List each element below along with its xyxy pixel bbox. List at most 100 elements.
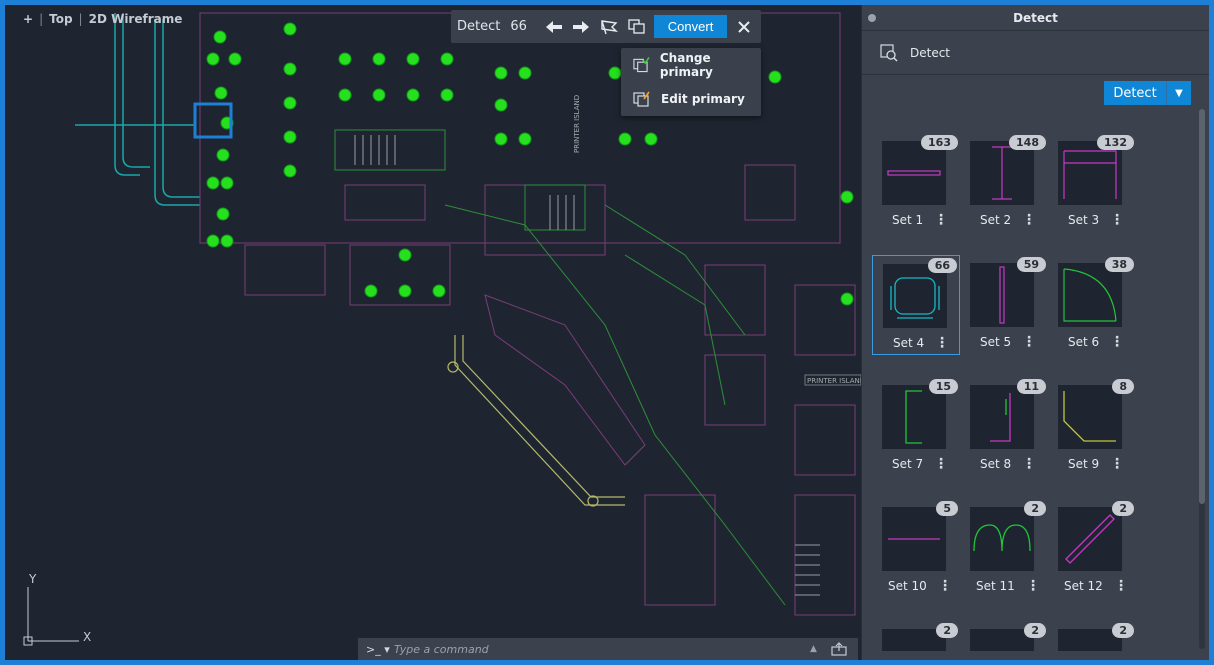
set-label: Set 5 bbox=[980, 335, 1012, 349]
share-icon[interactable] bbox=[831, 642, 847, 656]
count-badge: 5 bbox=[936, 501, 958, 516]
view-name[interactable]: Top bbox=[49, 12, 72, 26]
set-item[interactable]: 8 Set 9 ⋮ bbox=[1048, 377, 1136, 477]
set-item[interactable]: 2 Set 12 ⋮ bbox=[1048, 499, 1136, 599]
set-item[interactable]: 2 Set 11 ⋮ bbox=[960, 499, 1048, 599]
set-thumbnail bbox=[1058, 141, 1122, 205]
more-options-icon[interactable]: ⋮ bbox=[1022, 211, 1036, 229]
detect-split-button: Detect ▼ bbox=[1104, 81, 1191, 105]
printer-island-label: PRINTER ISLAND bbox=[807, 377, 865, 385]
set-label: Set 1 bbox=[892, 213, 924, 227]
set-label: Set 6 bbox=[1068, 335, 1100, 349]
palette-header: Detect bbox=[862, 31, 1209, 75]
edit-primary-icon bbox=[633, 91, 650, 107]
count-badge: 8 bbox=[1112, 379, 1134, 394]
detect-toolbar-label: Detect bbox=[457, 19, 501, 34]
chevron-down-icon[interactable]: ▼ bbox=[1167, 81, 1191, 105]
close-icon[interactable] bbox=[733, 15, 755, 39]
set-item[interactable]: 2 bbox=[960, 621, 1048, 651]
set-item[interactable]: 132 Set 3 ⋮ bbox=[1048, 133, 1136, 233]
set-label: Set 10 bbox=[888, 579, 927, 593]
detect-icon bbox=[880, 43, 898, 62]
viewport-controls: + | Top | 2D Wireframe bbox=[23, 12, 182, 26]
set-thumbnail bbox=[970, 141, 1034, 205]
set-label: Set 12 bbox=[1064, 579, 1103, 593]
viewport-menu-plus[interactable]: + bbox=[23, 12, 33, 26]
more-options-icon[interactable]: ⋮ bbox=[1110, 211, 1124, 229]
corridor bbox=[447, 335, 625, 507]
more-options-icon[interactable]: ⋮ bbox=[1110, 455, 1124, 473]
set-item[interactable]: 2 bbox=[872, 621, 960, 651]
arrow-right-icon[interactable] bbox=[571, 15, 593, 39]
change-primary-label: Change primary bbox=[659, 51, 713, 79]
detect-button[interactable]: Detect bbox=[1104, 81, 1167, 105]
more-options-icon[interactable]: ⋮ bbox=[1022, 333, 1036, 351]
more-options-icon[interactable]: ⋮ bbox=[1026, 577, 1040, 595]
primary-menu: Change primary Edit primary bbox=[621, 48, 761, 116]
more-options-icon[interactable]: ⋮ bbox=[1022, 455, 1036, 473]
count-badge: 163 bbox=[921, 135, 958, 150]
palette-scrollbar[interactable] bbox=[1199, 109, 1205, 649]
set-thumbnail bbox=[970, 263, 1034, 327]
change-primary-menu-item[interactable]: Change primary bbox=[621, 48, 761, 82]
more-options-icon[interactable]: ⋮ bbox=[1114, 577, 1128, 595]
set-item[interactable]: 163 Set 1 ⋮ bbox=[872, 133, 960, 233]
set-label: Set 2 bbox=[980, 213, 1012, 227]
scrollbar-thumb[interactable] bbox=[1199, 109, 1205, 504]
set-label: Set 7 bbox=[892, 457, 924, 471]
arrow-left-icon[interactable] bbox=[543, 15, 565, 39]
set-item[interactable]: 2 bbox=[1048, 621, 1136, 651]
flag-icon[interactable] bbox=[598, 15, 620, 39]
separator: | bbox=[78, 12, 83, 26]
count-badge: 11 bbox=[1016, 379, 1046, 394]
convert-button[interactable]: Convert bbox=[653, 15, 728, 38]
more-options-icon[interactable]: ⋮ bbox=[934, 455, 948, 473]
chevron-up-icon[interactable]: ▲ bbox=[810, 644, 817, 654]
set-thumbnail bbox=[882, 507, 946, 571]
set-item[interactable]: 11 Set 8 ⋮ bbox=[960, 377, 1048, 477]
more-options-icon[interactable]: ⋮ bbox=[934, 211, 948, 229]
curved-walls bbox=[75, 13, 200, 206]
drawing-window: PRINTER ISLAND PRINTER ISLAND + | Top | … bbox=[5, 5, 1209, 660]
set-item[interactable]: 15 Set 7 ⋮ bbox=[872, 377, 960, 477]
count-badge: 2 bbox=[1112, 623, 1134, 638]
set-item[interactable]: 38 Set 6 ⋮ bbox=[1048, 255, 1136, 355]
copy-layers-icon[interactable] bbox=[626, 15, 648, 39]
set-thumbnail bbox=[970, 507, 1034, 571]
set-item[interactable]: 5 Set 10 ⋮ bbox=[872, 499, 960, 599]
count-badge: 59 bbox=[1016, 257, 1046, 272]
count-badge: 2 bbox=[1024, 623, 1046, 638]
change-primary-icon bbox=[633, 57, 650, 73]
ucs-y-label: Y bbox=[28, 573, 37, 586]
printer-island-label-vertical: PRINTER ISLAND bbox=[573, 95, 581, 153]
more-options-icon[interactable]: ⋮ bbox=[938, 577, 952, 595]
detect-toolbar: Detect 66 Convert bbox=[451, 10, 761, 43]
more-options-icon[interactable]: ⋮ bbox=[1110, 333, 1124, 351]
set-thumbnail bbox=[1058, 263, 1122, 327]
edit-primary-label: Edit primary bbox=[661, 92, 745, 106]
command-input[interactable] bbox=[394, 642, 794, 656]
palette-title-bar[interactable]: Detect bbox=[862, 5, 1209, 31]
visual-style[interactable]: 2D Wireframe bbox=[89, 12, 183, 26]
set-label: Set 8 bbox=[980, 457, 1012, 471]
count-badge: 148 bbox=[1009, 135, 1046, 150]
set-thumbnail bbox=[970, 385, 1034, 449]
detect-count: 66 bbox=[510, 19, 527, 34]
count-badge: 15 bbox=[928, 379, 958, 394]
set-label: Set 3 bbox=[1068, 213, 1100, 227]
palette-header-label: Detect bbox=[910, 45, 951, 60]
set-thumbnail bbox=[1058, 507, 1122, 571]
set-item[interactable]: 148 Set 2 ⋮ bbox=[960, 133, 1048, 233]
set-thumbnail bbox=[882, 141, 946, 205]
more-options-icon[interactable]: ⋮ bbox=[935, 334, 949, 352]
palette-title: Detect bbox=[1013, 11, 1058, 25]
interior-lines bbox=[334, 129, 786, 606]
count-badge: 2 bbox=[1112, 501, 1134, 516]
set-item[interactable]: 59 Set 5 ⋮ bbox=[960, 255, 1048, 355]
count-badge: 38 bbox=[1104, 257, 1134, 272]
set-item-selected[interactable]: 66 Set 4 ⋮ bbox=[872, 255, 960, 355]
edit-primary-menu-item[interactable]: Edit primary bbox=[621, 82, 761, 116]
palette-grip-icon[interactable] bbox=[868, 14, 876, 22]
set-label: Set 4 bbox=[893, 336, 925, 350]
command-prompt[interactable]: >_ ▾ bbox=[366, 643, 394, 656]
